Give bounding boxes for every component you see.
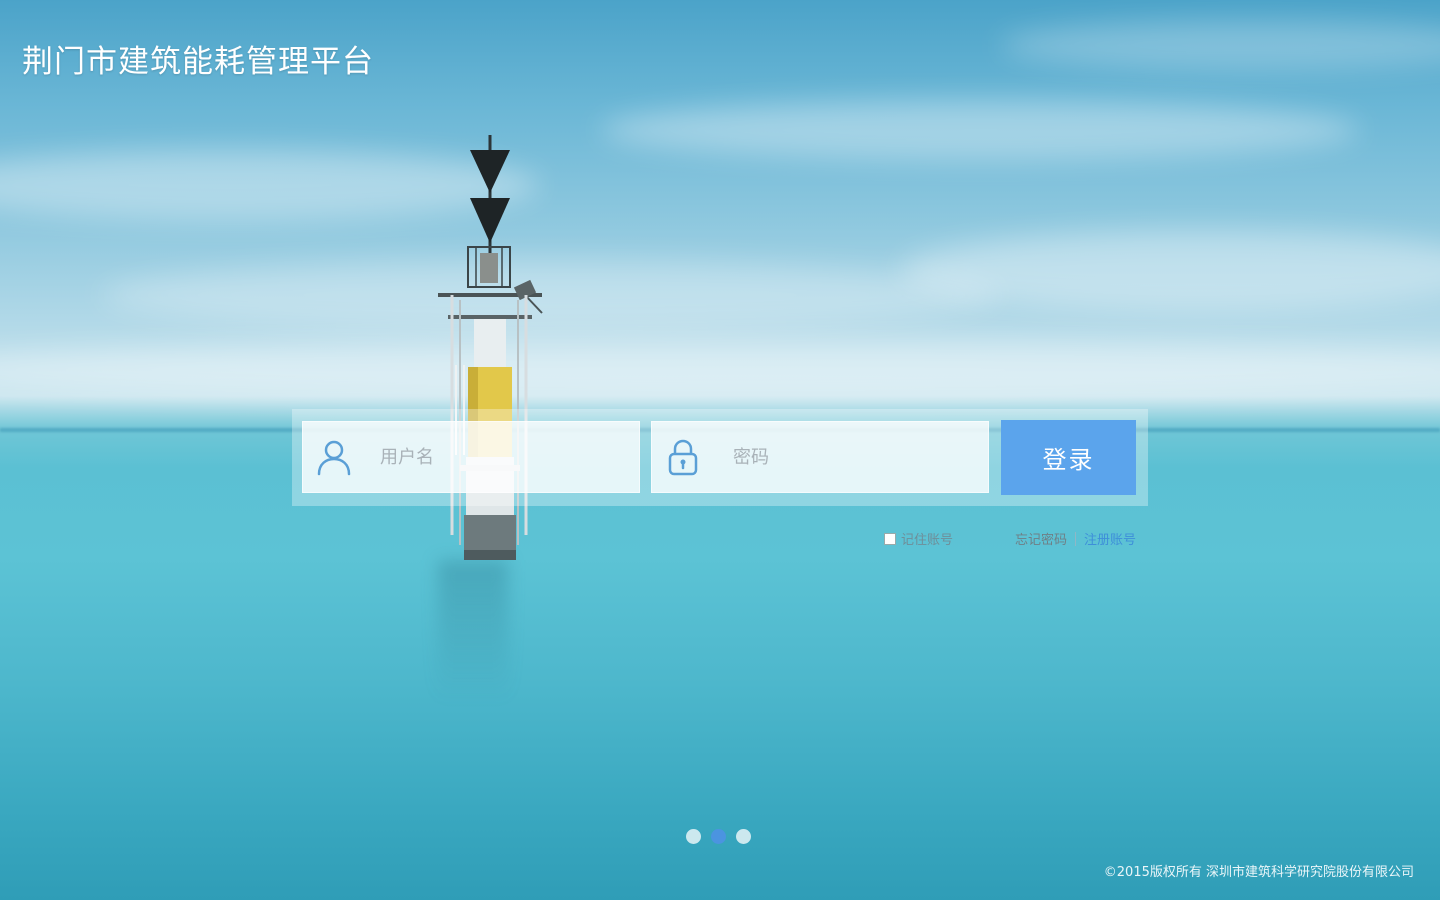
cloud-streak	[600, 100, 1360, 160]
carousel-dot-2[interactable]	[711, 829, 726, 844]
footer-copyright: ©2015版权所有 深圳市建筑科学研究院股份有限公司	[1103, 865, 1414, 880]
remember-label: 记住账号	[901, 533, 954, 548]
account-links: 忘记密码 注册账号	[1015, 529, 1136, 548]
carousel-dot-3[interactable]	[736, 829, 751, 844]
cloud-streak	[1000, 20, 1440, 70]
cloud-streak	[100, 260, 1000, 330]
link-divider	[1075, 531, 1077, 546]
password-field	[651, 421, 989, 493]
lock-icon	[668, 439, 698, 476]
login-button[interactable]: 登录	[1001, 420, 1136, 495]
cloud-streak	[0, 340, 1440, 400]
page-title: 荆门市建筑能耗管理平台	[22, 44, 374, 80]
login-form: 登录	[292, 409, 1148, 506]
carousel-indicator	[686, 829, 751, 844]
user-icon	[317, 440, 351, 476]
username-field	[302, 421, 640, 493]
carousel-dot-1[interactable]	[686, 829, 701, 844]
remember-account[interactable]: 记住账号	[884, 529, 953, 548]
password-input[interactable]	[731, 445, 975, 469]
forgot-password-link[interactable]: 忘记密码	[1015, 529, 1067, 548]
username-input[interactable]	[378, 445, 622, 469]
register-link[interactable]: 注册账号	[1084, 529, 1136, 548]
beacon-reflection	[438, 560, 508, 700]
remember-checkbox[interactable]	[884, 532, 896, 545]
login-page: 荆门市建筑能耗管理平台 登录 记住账号 忘记密码 注册账号	[0, 0, 1440, 900]
